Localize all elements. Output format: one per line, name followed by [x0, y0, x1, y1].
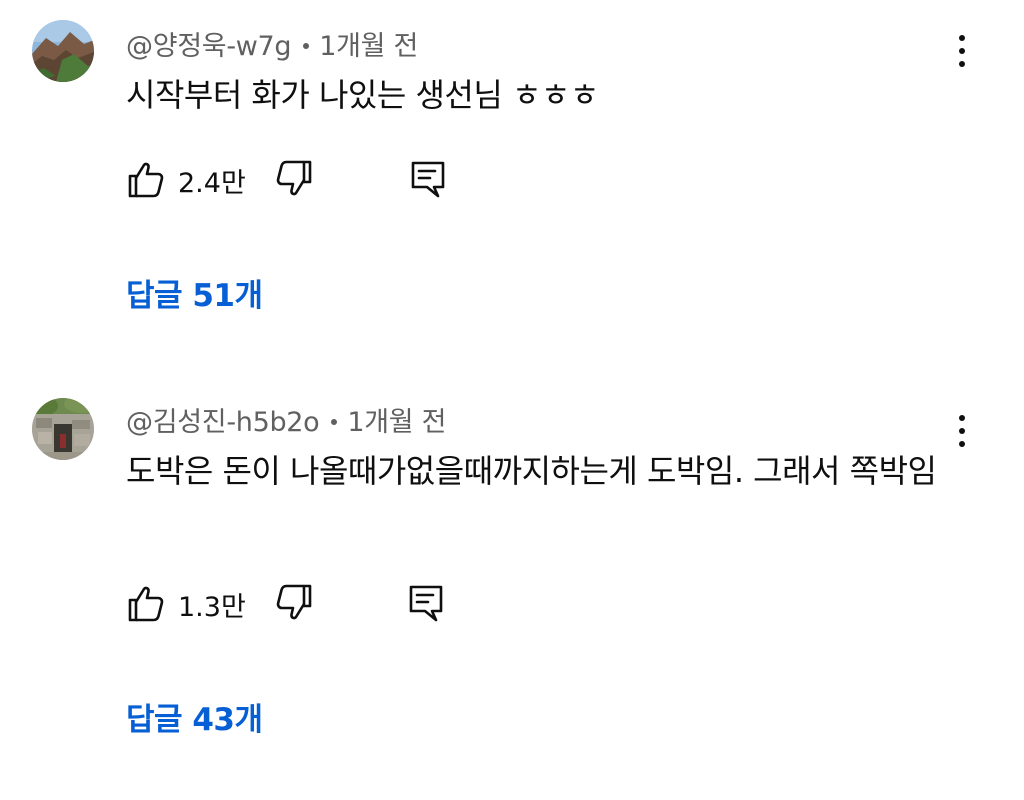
comment-meta: @양정욱-w7g 1개월 전 [126, 24, 418, 63]
replies-button[interactable]: 답글 51개 [126, 270, 263, 315]
like-count: 2.4만 [178, 168, 246, 199]
thumbs-up-icon[interactable] [126, 159, 166, 199]
avatar[interactable] [32, 20, 94, 82]
author-name[interactable]: @김성진-h5b2o [126, 407, 320, 438]
comment-time[interactable]: 1개월 전 [319, 31, 418, 62]
comment-text: 시작부터 화가 나있는 생선님 ㅎㅎㅎ [126, 76, 599, 114]
comment-time[interactable]: 1개월 전 [347, 407, 446, 438]
thumbs-down-icon[interactable] [274, 583, 314, 623]
mountain-landscape-icon [32, 20, 94, 82]
thumbs-up-icon[interactable] [126, 583, 166, 623]
avatar[interactable] [32, 398, 94, 460]
separator-dot [303, 42, 310, 49]
more-vertical-icon[interactable] [950, 411, 974, 451]
more-vertical-icon[interactable] [950, 31, 974, 71]
author-name[interactable]: @양정욱-w7g [126, 31, 292, 62]
comment-meta: @김성진-h5b2o 1개월 전 [126, 400, 446, 439]
reply-comment-icon[interactable] [406, 583, 446, 623]
reply-comment-icon[interactable] [408, 159, 448, 199]
like-count: 1.3만 [178, 592, 246, 623]
stone-ruins-icon [32, 398, 94, 460]
comment-actions: 2.4만 [126, 159, 486, 203]
comment-actions: 1.3만 [126, 583, 486, 627]
comments-list: @양정욱-w7g 1개월 전 시작부터 화가 나있는 생선님 ㅎㅎㅎ 2.4만 답… [0, 0, 1024, 800]
separator-dot [331, 418, 338, 425]
thumbs-down-icon[interactable] [274, 159, 314, 199]
comment-text: 도박은 돈이 나올때가없을때까지하는게 도박임. 그래서 쪽박임 [126, 452, 937, 490]
replies-button[interactable]: 답글 43개 [126, 694, 263, 739]
